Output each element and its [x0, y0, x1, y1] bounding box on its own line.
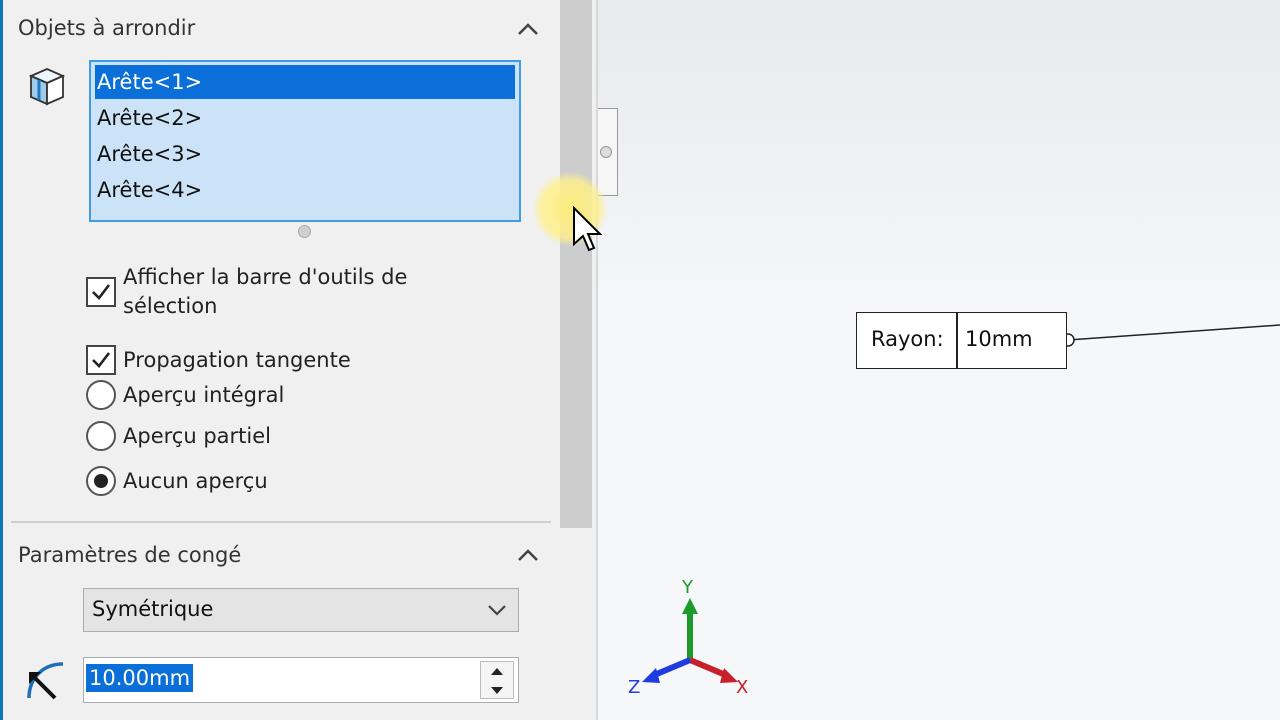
preview-partial-radio[interactable] [86, 421, 116, 451]
spin-down-icon [491, 686, 503, 694]
fillet-type-dropdown[interactable]: Symétrique [83, 588, 519, 632]
spin-up-icon [491, 667, 503, 675]
objets-collapse-button[interactable] [513, 14, 543, 44]
edge-list-item-3[interactable]: Arête<3> [95, 137, 515, 171]
tangent-propagation-checkbox[interactable] [86, 345, 116, 375]
axis-y-label: Y [681, 577, 694, 598]
section-divider [11, 521, 551, 523]
panel-scrollbar[interactable] [555, 0, 598, 720]
split-handle-dot [600, 146, 612, 158]
checkmark-icon [92, 284, 111, 300]
radius-input-field[interactable]: 10.00mm [83, 657, 519, 703]
preview-partial-label: Aperçu partiel [123, 424, 271, 448]
preview-full-radio[interactable] [86, 380, 116, 410]
callout-radius-label: Rayon: [871, 327, 944, 351]
checkmark-icon [92, 352, 111, 368]
tangent-propagation-label: Propagation tangente [123, 348, 351, 372]
spin-down-button[interactable] [481, 681, 513, 699]
solidworks-fillet-screen: Objets à arrondir Arête<1> Arête<2> Arêt… [0, 0, 1280, 720]
axis-z-label: Z [628, 677, 640, 698]
preview-none-label: Aucun aperçu [123, 469, 268, 493]
chevron-down-icon [488, 605, 506, 616]
radius-value: 10.00mm [86, 664, 194, 692]
property-manager-panel: Objets à arrondir Arête<1> Arête<2> Arêt… [3, 0, 555, 720]
axis-x-label: X [736, 677, 748, 698]
objets-section-title: Objets à arrondir [18, 16, 196, 40]
mouse-cursor-icon [573, 206, 602, 252]
edge-list-item-2[interactable]: Arête<2> [95, 101, 515, 135]
fillet-radius-icon [27, 662, 64, 700]
preview-none-radio[interactable] [86, 466, 116, 496]
radius-spinner [480, 661, 514, 699]
chevron-up-icon [518, 549, 538, 561]
spin-up-button[interactable] [481, 662, 513, 680]
edges-listbox[interactable]: Arête<1> Arête<2> Arête<3> Arête<4> [89, 60, 521, 222]
radius-callout-box[interactable]: Rayon: 10mm [856, 312, 1067, 369]
params-section-title: Paramètres de congé [18, 543, 242, 567]
show-selection-toolbar-checkbox[interactable] [86, 277, 116, 307]
fillet-type-value: Symétrique [92, 597, 214, 621]
callout-radius-value[interactable]: 10mm [965, 327, 1033, 351]
axis-triad-icon: Y X Z [628, 577, 748, 698]
listbox-resize-handle[interactable] [298, 225, 311, 238]
preview-full-label: Aperçu intégral [123, 383, 285, 407]
viewport-split-handle[interactable] [598, 108, 618, 196]
show-selection-toolbar-label-line2: sélection [123, 294, 218, 318]
params-collapse-button[interactable] [513, 540, 543, 570]
edge-cube-icon [28, 68, 66, 106]
callout-separator [956, 313, 958, 368]
edge-list-item-4[interactable]: Arête<4> [95, 173, 515, 207]
show-selection-toolbar-label-line1: Afficher la barre d'outils de [123, 265, 408, 289]
panel-scrollbar-thumb[interactable] [560, 0, 592, 528]
radio-selected-dot [94, 474, 108, 488]
edge-list-item-1[interactable]: Arête<1> [95, 65, 515, 99]
chevron-up-icon [518, 23, 538, 35]
